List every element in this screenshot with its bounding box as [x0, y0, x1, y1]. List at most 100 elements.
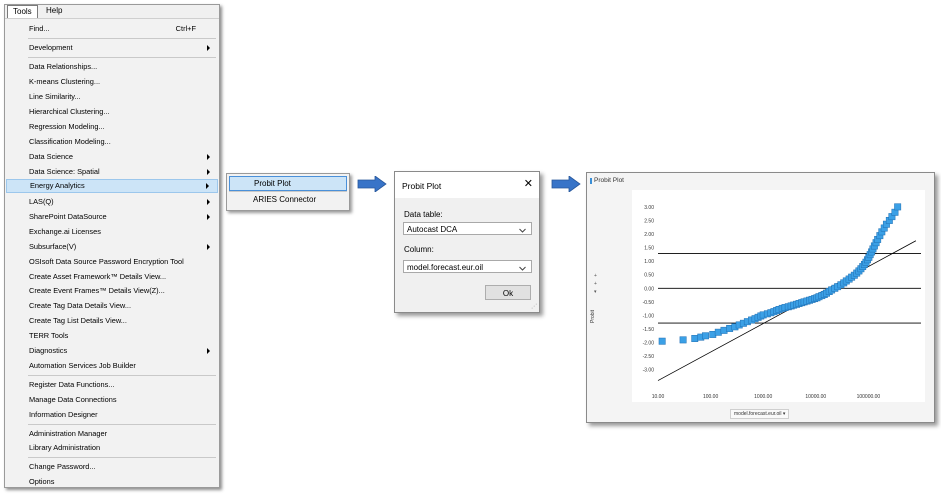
axis-zoom-plus-icon[interactable]: +: [594, 281, 597, 287]
menu-item-automation-services[interactable]: Automation Services Job Builder: [6, 359, 218, 373]
y-tick-label: 1.00: [644, 259, 654, 265]
menu-item-data-science[interactable]: Data Science: [6, 150, 218, 164]
y-tick-label: -0.50: [643, 300, 655, 306]
menu-item-regression-modeling[interactable]: Regression Modeling...: [6, 120, 218, 134]
menu-item-label: OSIsoft Data Source Password Encryption …: [29, 257, 184, 266]
menu-item-administration-manager[interactable]: Administration Manager: [6, 427, 218, 441]
close-icon[interactable]: ✕: [524, 178, 533, 190]
y-tick-label: 3.00: [644, 205, 654, 211]
menu-item-event-frames[interactable]: Create Event Frames™ Details View(Z)...: [6, 284, 218, 298]
x-axis-selector[interactable]: model.forecast.eur.oil ▾: [730, 409, 790, 419]
menu-item-information-designer[interactable]: Information Designer: [6, 408, 218, 422]
x-tick-label: 100000.00: [857, 394, 881, 400]
submenu-arrow-icon: [207, 45, 210, 51]
column-select[interactable]: model.forecast.eur.oil: [403, 260, 532, 273]
menu-item-label: Data Science: Spatial: [29, 167, 100, 176]
axis-menu-icon[interactable]: ▾: [594, 289, 597, 295]
menu-separator: [28, 375, 216, 376]
y-tick-label: -1.50: [643, 327, 655, 333]
menu-tools[interactable]: Tools: [7, 5, 38, 18]
menu-item-label: Classification Modeling...: [29, 137, 111, 146]
menu-item-options[interactable]: Options: [6, 475, 218, 489]
menu-item-label: Create Event Frames™ Details View(Z)...: [29, 286, 165, 295]
ok-button[interactable]: Ok: [485, 285, 531, 300]
menu-item-label: Regression Modeling...: [29, 122, 105, 131]
y-tick-label: 0.50: [644, 273, 654, 279]
menu-item-label: Create Tag List Details View...: [29, 316, 127, 325]
plot-title: Probit Plot: [594, 177, 624, 184]
axis-zoom-plus-icon[interactable]: +: [594, 273, 597, 279]
menu-separator: [28, 424, 216, 425]
menu-item-label: Register Data Functions...: [29, 380, 115, 389]
data-point: [679, 336, 687, 344]
dialog-title: Probit Plot: [402, 181, 442, 191]
y-tick-label: 2.00: [644, 232, 654, 238]
menu-item-label: Change Password...: [29, 462, 96, 471]
submenu-item-probit-plot[interactable]: Probit Plot: [229, 176, 347, 191]
menu-item-register-data-functions[interactable]: Register Data Functions...: [6, 378, 218, 392]
y-tick-label: 1.50: [644, 246, 654, 252]
probit-plot-dialog: Probit Plot ✕ Data table: Autocast DCA C…: [394, 171, 540, 313]
submenu-arrow-icon: [207, 244, 210, 250]
data-table-select[interactable]: Autocast DCA: [403, 222, 532, 235]
submenu-arrow-icon: [207, 169, 210, 175]
y-tick-label: 0.00: [644, 286, 654, 292]
menu-help[interactable]: Help: [41, 5, 67, 17]
menu-item-exchange-licenses[interactable]: Exchange.ai Licenses: [6, 225, 218, 239]
menu-item-hierarchical-clustering[interactable]: Hierarchical Clustering...: [6, 105, 218, 119]
menu-item-label: TERR Tools: [29, 331, 69, 340]
menu-item-label: Find...: [29, 24, 50, 33]
menu-item-label: Diagnostics: [29, 346, 68, 355]
flow-arrow-icon: [357, 176, 387, 192]
submenu-item-label: ARIES Connector: [253, 195, 317, 204]
chevron-down-icon: [519, 262, 526, 275]
menu-item-line-similarity[interactable]: Line Similarity...: [6, 90, 218, 104]
menu-item-label: Hierarchical Clustering...: [29, 107, 110, 116]
menu-item-tag-list-details[interactable]: Create Tag List Details View...: [6, 314, 218, 328]
plot-area: 3.00 2.50 2.00 1.50 1.00 0.50 0.00 -0.50 -1.00 -1…: [632, 190, 925, 402]
menu-item-asset-framework[interactable]: Create Asset Framework™ Details View...: [6, 270, 218, 284]
y-tick-label: -2.50: [643, 354, 655, 360]
y-tick-label: -1.00: [643, 313, 655, 319]
menu-item-classification-modeling[interactable]: Classification Modeling...: [6, 135, 218, 149]
submenu-arrow-icon: [206, 183, 209, 189]
menu-item-development[interactable]: Development: [6, 41, 218, 55]
menu-item-label: Automation Services Job Builder: [29, 361, 136, 370]
menu-item-osisoft-password-tool[interactable]: OSIsoft Data Source Password Encryption …: [6, 255, 218, 269]
menu-item-diagnostics[interactable]: Diagnostics: [6, 344, 218, 358]
menu-item-subsurface[interactable]: Subsurface(V): [6, 240, 218, 254]
menu-item-tag-data-details[interactable]: Create Tag Data Details View...: [6, 299, 218, 313]
data-point: [702, 332, 709, 340]
y-tick-label: 2.50: [644, 218, 654, 224]
menu-item-label: Exchange.ai Licenses: [29, 227, 101, 236]
tools-menu-window: Tools Help Find... Ctrl+F Development Da…: [4, 4, 220, 488]
menu-item-label: Information Designer: [29, 410, 98, 419]
menu-item-label: Manage Data Connections: [29, 395, 117, 404]
menu-item-terr-tools[interactable]: TERR Tools: [6, 329, 218, 343]
menu-item-data-science-spatial[interactable]: Data Science: Spatial: [6, 165, 218, 179]
menu-item-label: Energy Analytics: [30, 181, 85, 190]
menu-item-manage-data-connections[interactable]: Manage Data Connections: [6, 393, 218, 407]
submenu-item-aries-connector[interactable]: ARIES Connector: [229, 193, 347, 207]
menu-item-kmeans[interactable]: K-means Clustering...: [6, 75, 218, 89]
menu-item-find[interactable]: Find... Ctrl+F: [6, 22, 218, 36]
chevron-down-icon: [519, 224, 526, 237]
data-point: [714, 328, 722, 336]
menu-item-las[interactable]: LAS(Q): [6, 195, 218, 209]
column-label: Column:: [404, 245, 434, 254]
menu-item-shortcut: Ctrl+F: [175, 24, 196, 33]
menu-item-data-relationships[interactable]: Data Relationships...: [6, 60, 218, 74]
menu-item-label: Administration Manager: [29, 429, 108, 438]
menu-separator: [28, 38, 216, 39]
x-tick-label: 10000.00: [805, 394, 826, 400]
menu-item-energy-analytics[interactable]: Energy Analytics: [6, 179, 218, 193]
menu-item-sharepoint[interactable]: SharePoint DataSource: [6, 210, 218, 224]
resize-grip-icon[interactable]: ⋰: [531, 303, 537, 310]
y-tick-label: -2.00: [643, 341, 655, 347]
menu-item-label: Line Similarity...: [29, 92, 81, 101]
menu-item-library-administration[interactable]: Library Administration: [6, 441, 218, 455]
data-table-value: Autocast DCA: [407, 225, 458, 234]
menu-item-change-password[interactable]: Change Password...: [6, 460, 218, 474]
probit-plot-visualization: Probit Plot + + ▾ Probit 3.00 2.50 2.00 1.5…: [586, 172, 935, 423]
x-tick-label: 10.00: [652, 394, 665, 400]
